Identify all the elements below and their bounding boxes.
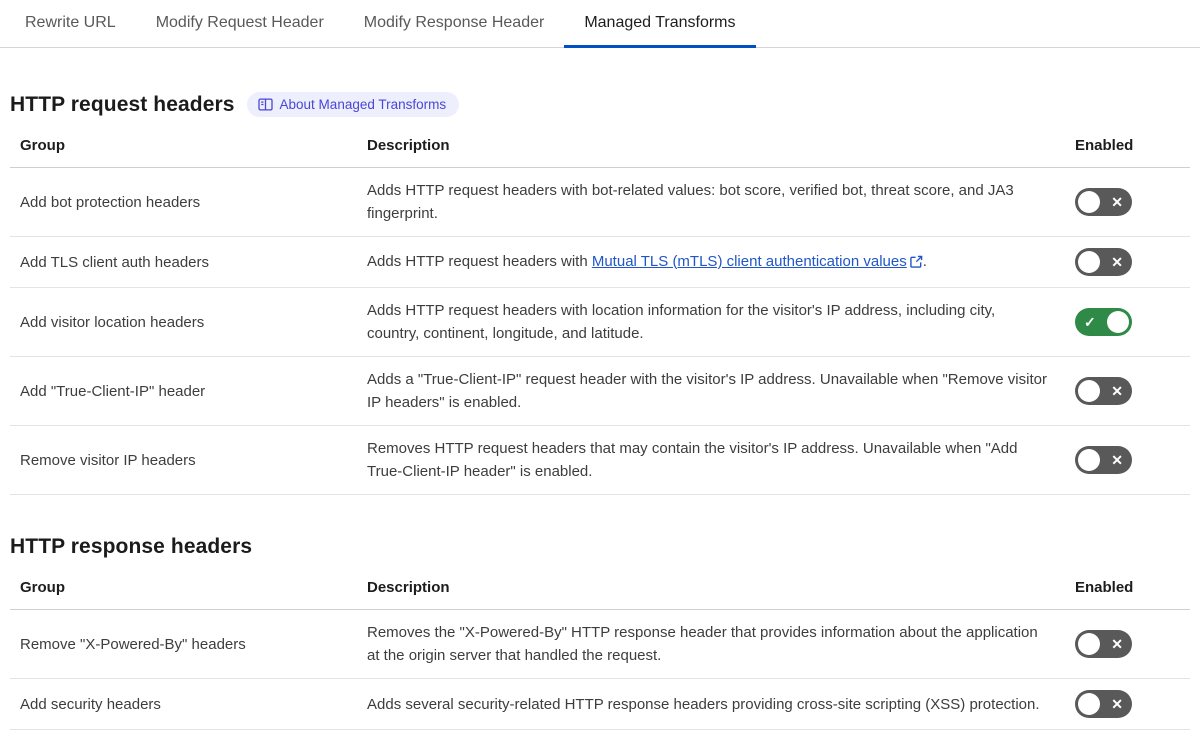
description-cell: Adds a "True-Client-IP" request header w… [367, 356, 1075, 426]
description-cell: Adds HTTP request headers with Mutual TL… [367, 236, 1075, 288]
toggle-add-security-headers[interactable]: ✓ ✕ [1075, 690, 1132, 718]
toggle-remove-visitor-ip-headers[interactable]: ✓ ✕ [1075, 446, 1132, 474]
group-cell: Add security headers [10, 678, 367, 730]
x-icon: ✕ [1111, 194, 1123, 210]
toggle-knob [1078, 251, 1100, 273]
column-header-description: Description [367, 575, 1075, 610]
toggle-knob [1078, 633, 1100, 655]
table-row: Add visitor location headers Adds HTTP r… [10, 287, 1190, 357]
group-cell: Remove "X-Powered-By" headers [10, 609, 367, 679]
tab-modify-request-header[interactable]: Modify Request Header [136, 0, 344, 48]
book-icon [257, 98, 273, 111]
x-icon: ✕ [1111, 383, 1123, 399]
column-header-enabled: Enabled [1075, 575, 1190, 610]
group-cell: Add bot protection headers [10, 167, 367, 237]
description-cell: Adds HTTP request headers with bot-relat… [367, 167, 1075, 237]
request-headers-table: Group Description Enabled Add bot protec… [10, 133, 1190, 495]
badge-label: About Managed Transforms [279, 97, 447, 112]
tab-modify-response-header[interactable]: Modify Response Header [344, 0, 565, 48]
table-row: Add TLS client auth headers Adds HTTP re… [10, 236, 1190, 288]
column-header-group: Group [10, 575, 367, 610]
column-header-description: Description [367, 133, 1075, 168]
x-icon: ✕ [1111, 636, 1123, 652]
mtls-doc-link[interactable]: Mutual TLS (mTLS) client authentication … [592, 253, 907, 270]
description-text: Adds HTTP request headers with [367, 252, 592, 270]
table-row: Add "True-Client-IP" header Adds a "True… [10, 356, 1190, 426]
x-icon: ✕ [1111, 696, 1123, 712]
toggle-add-visitor-location-headers[interactable]: ✓ ✕ [1075, 308, 1132, 336]
table-row: Remove "X-Powered-By" headers Removes th… [10, 609, 1190, 679]
toggle-add-tls-client-auth-headers[interactable]: ✓ ✕ [1075, 248, 1132, 276]
column-header-group: Group [10, 133, 367, 168]
description-cell: Adds HTTP request headers with location … [367, 287, 1075, 357]
description-text: . [922, 252, 927, 270]
description-cell: Removes the "X-Powered-By" HTTP response… [367, 609, 1075, 679]
tab-bar: Rewrite URL Modify Request Header Modify… [0, 0, 1200, 48]
tab-managed-transforms[interactable]: Managed Transforms [564, 0, 756, 48]
toggle-remove-x-powered-by-headers[interactable]: ✓ ✕ [1075, 630, 1132, 658]
table-row: Add security headers Adds several securi… [10, 678, 1190, 730]
toggle-knob [1078, 380, 1100, 402]
group-cell: Add visitor location headers [10, 287, 367, 357]
x-icon: ✕ [1111, 452, 1123, 468]
response-headers-section-head: HTTP response headers [10, 535, 1190, 559]
group-cell: Remove visitor IP headers [10, 425, 367, 495]
toggle-knob [1078, 191, 1100, 213]
x-icon: ✕ [1111, 254, 1123, 270]
group-cell: Add TLS client auth headers [10, 236, 367, 288]
toggle-add-true-client-ip-header[interactable]: ✓ ✕ [1075, 377, 1132, 405]
toggle-knob [1078, 693, 1100, 715]
check-icon: ✓ [1084, 314, 1096, 330]
response-headers-title: HTTP response headers [10, 535, 253, 558]
toggle-knob [1107, 311, 1129, 333]
description-cell: Removes HTTP request headers that may co… [367, 425, 1075, 495]
about-managed-transforms-badge[interactable]: About Managed Transforms [246, 92, 460, 117]
external-link-icon [909, 252, 923, 275]
table-row: Remove visitor IP headers Removes HTTP r… [10, 425, 1190, 495]
description-cell: Adds several security-related HTTP respo… [367, 678, 1075, 730]
request-headers-section-head: HTTP request headers About Managed Trans… [10, 92, 1190, 117]
response-headers-table: Group Description Enabled Remove "X-Powe… [10, 575, 1190, 730]
toggle-add-bot-protection-headers[interactable]: ✓ ✕ [1075, 188, 1132, 216]
table-row: Add bot protection headers Adds HTTP req… [10, 167, 1190, 237]
tab-rewrite-url[interactable]: Rewrite URL [5, 0, 136, 48]
request-headers-title: HTTP request headers [10, 92, 235, 116]
toggle-knob [1078, 449, 1100, 471]
group-cell: Add "True-Client-IP" header [10, 356, 367, 426]
column-header-enabled: Enabled [1075, 133, 1190, 168]
